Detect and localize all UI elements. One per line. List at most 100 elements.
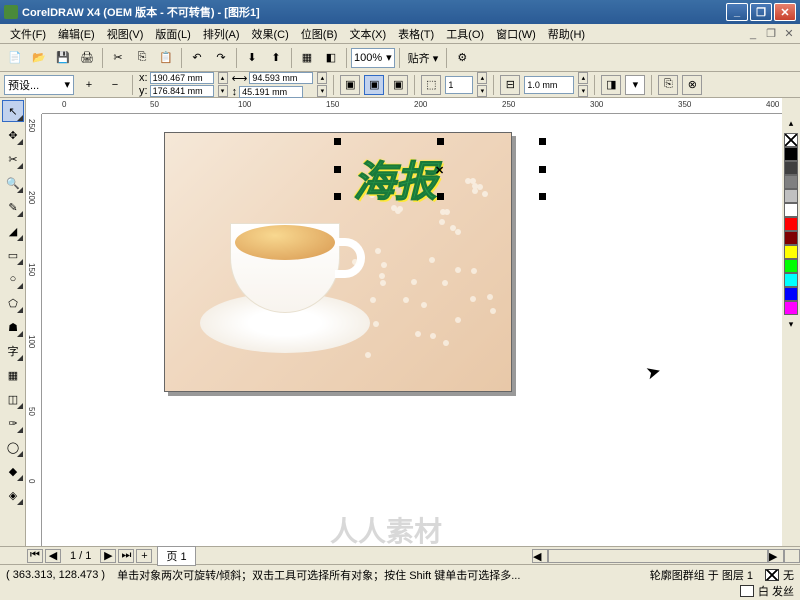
- save-button[interactable]: 💾: [52, 47, 74, 69]
- minimize-button[interactable]: _: [726, 3, 748, 21]
- fill-indicator-icon[interactable]: [765, 569, 779, 581]
- preset-select[interactable]: 预设...▾: [4, 75, 74, 95]
- polygon-tool[interactable]: ⬠: [2, 292, 24, 314]
- copy-properties-button[interactable]: ⎘: [658, 75, 678, 95]
- page-tab[interactable]: 页 1: [157, 546, 195, 566]
- menu-table[interactable]: 表格(T): [392, 24, 440, 44]
- menu-text[interactable]: 文本(X): [343, 24, 392, 44]
- snap-dropdown[interactable]: 贴齐 ▾: [404, 48, 443, 68]
- palette-scroll-up[interactable]: ▴: [789, 118, 794, 129]
- contour-outside-button[interactable]: ▣: [388, 75, 408, 95]
- color-swatch[interactable]: [784, 231, 798, 245]
- color-swatch[interactable]: [784, 189, 798, 203]
- zoom-level-select[interactable]: 100%▾: [351, 48, 395, 68]
- x-position-input[interactable]: [150, 72, 214, 84]
- fill-tool[interactable]: ◆: [2, 460, 24, 482]
- palette-scroll-down[interactable]: ▾: [789, 319, 794, 330]
- interactive-fill-tool[interactable]: ◈: [2, 484, 24, 506]
- color-swatch[interactable]: [784, 245, 798, 259]
- add-page-button[interactable]: +: [136, 549, 152, 563]
- page-canvas[interactable]: 海报: [164, 132, 512, 392]
- first-page-button[interactable]: ⏮: [27, 549, 43, 563]
- rectangle-tool[interactable]: ▭: [2, 244, 24, 266]
- smart-fill-tool[interactable]: ◢: [2, 220, 24, 242]
- maximize-button[interactable]: ❐: [750, 3, 772, 21]
- paste-button[interactable]: 📋: [155, 47, 177, 69]
- last-page-button[interactable]: ⏭: [118, 549, 134, 563]
- contour-color-button[interactable]: ◨: [601, 75, 621, 95]
- menu-layout[interactable]: 版面(L): [149, 24, 196, 44]
- fill-color-button[interactable]: ▾: [625, 75, 645, 95]
- menu-bitmaps[interactable]: 位图(B): [295, 24, 344, 44]
- close-button[interactable]: ✕: [774, 3, 796, 21]
- color-swatch[interactable]: [784, 147, 798, 161]
- mdi-minimize-button[interactable]: _: [746, 27, 760, 41]
- remove-preset-button[interactable]: −: [104, 74, 126, 96]
- color-swatch[interactable]: [784, 217, 798, 231]
- welcome-button[interactable]: ◧: [320, 47, 342, 69]
- height-input[interactable]: [239, 86, 303, 98]
- color-swatch[interactable]: [784, 203, 798, 217]
- eyedropper-tool[interactable]: ✑: [2, 412, 24, 434]
- steps-input[interactable]: [445, 76, 473, 94]
- width-input[interactable]: [249, 72, 313, 84]
- hscroll-left[interactable]: ◀: [532, 549, 548, 563]
- options-button[interactable]: ⚙: [451, 47, 473, 69]
- workspace[interactable]: 海报 ✕ ➤: [42, 114, 782, 546]
- no-color-swatch[interactable]: [784, 133, 798, 147]
- export-button[interactable]: ⬆: [265, 47, 287, 69]
- new-button[interactable]: 📄: [4, 47, 26, 69]
- horizontal-ruler[interactable]: 050100150200250300350400: [42, 98, 782, 114]
- open-button[interactable]: 📂: [28, 47, 50, 69]
- mdi-close-button[interactable]: ✕: [782, 27, 796, 41]
- next-page-button[interactable]: ▶: [100, 549, 116, 563]
- table-tool[interactable]: ▦: [2, 364, 24, 386]
- menu-edit[interactable]: 编辑(E): [52, 24, 101, 44]
- mdi-restore-button[interactable]: ❐: [764, 27, 778, 41]
- artistic-text-object[interactable]: 海报: [353, 148, 437, 209]
- bitmap-image[interactable]: 海报: [165, 133, 511, 391]
- contour-center-button[interactable]: ▣: [364, 75, 384, 95]
- print-button[interactable]: 🖨: [76, 47, 98, 69]
- outline-tool[interactable]: ◯: [2, 436, 24, 458]
- cut-button[interactable]: ✂: [107, 47, 129, 69]
- canvas-area[interactable]: 050100150200250300350400 250200150100500…: [26, 98, 782, 546]
- menu-tools[interactable]: 工具(O): [440, 24, 490, 44]
- prev-page-button[interactable]: ◀: [45, 549, 61, 563]
- color-swatch[interactable]: [784, 175, 798, 189]
- color-swatch[interactable]: [784, 161, 798, 175]
- hscroll-track[interactable]: [548, 549, 768, 563]
- vertical-ruler[interactable]: 250200150100500: [26, 114, 42, 546]
- zoom-tool[interactable]: 🔍: [2, 172, 24, 194]
- menu-help[interactable]: 帮助(H): [542, 24, 591, 44]
- ellipse-tool[interactable]: ○: [2, 268, 24, 290]
- copy-button[interactable]: ⎘: [131, 47, 153, 69]
- color-swatch[interactable]: [784, 301, 798, 315]
- outline-width-input[interactable]: [524, 76, 574, 94]
- menu-file[interactable]: 文件(F): [4, 24, 52, 44]
- menu-effects[interactable]: 效果(C): [246, 24, 295, 44]
- pick-tool[interactable]: ↖: [2, 100, 24, 122]
- basic-shapes-tool[interactable]: ☗: [2, 316, 24, 338]
- shape-tool[interactable]: ✥: [2, 124, 24, 146]
- menu-window[interactable]: 窗口(W): [490, 24, 542, 44]
- color-swatch[interactable]: [784, 259, 798, 273]
- color-swatch[interactable]: [784, 287, 798, 301]
- text-tool[interactable]: 字: [2, 340, 24, 362]
- color-swatch[interactable]: [784, 273, 798, 287]
- menu-view[interactable]: 视图(V): [101, 24, 150, 44]
- menu-arrange[interactable]: 排列(A): [197, 24, 246, 44]
- outline-indicator-icon[interactable]: [740, 585, 754, 597]
- import-button[interactable]: ⬇: [241, 47, 263, 69]
- interactive-tool[interactable]: ◫: [2, 388, 24, 410]
- clear-contour-button[interactable]: ⊗: [682, 75, 702, 95]
- app-launcher-button[interactable]: ▦: [296, 47, 318, 69]
- redo-button[interactable]: ↷: [210, 47, 232, 69]
- undo-button[interactable]: ↶: [186, 47, 208, 69]
- contour-inside-button[interactable]: ▣: [340, 75, 360, 95]
- y-position-input[interactable]: [150, 85, 214, 97]
- freehand-tool[interactable]: ✎: [2, 196, 24, 218]
- hscroll-right[interactable]: ▶: [768, 549, 784, 563]
- add-preset-button[interactable]: +: [78, 74, 100, 96]
- crop-tool[interactable]: ✂: [2, 148, 24, 170]
